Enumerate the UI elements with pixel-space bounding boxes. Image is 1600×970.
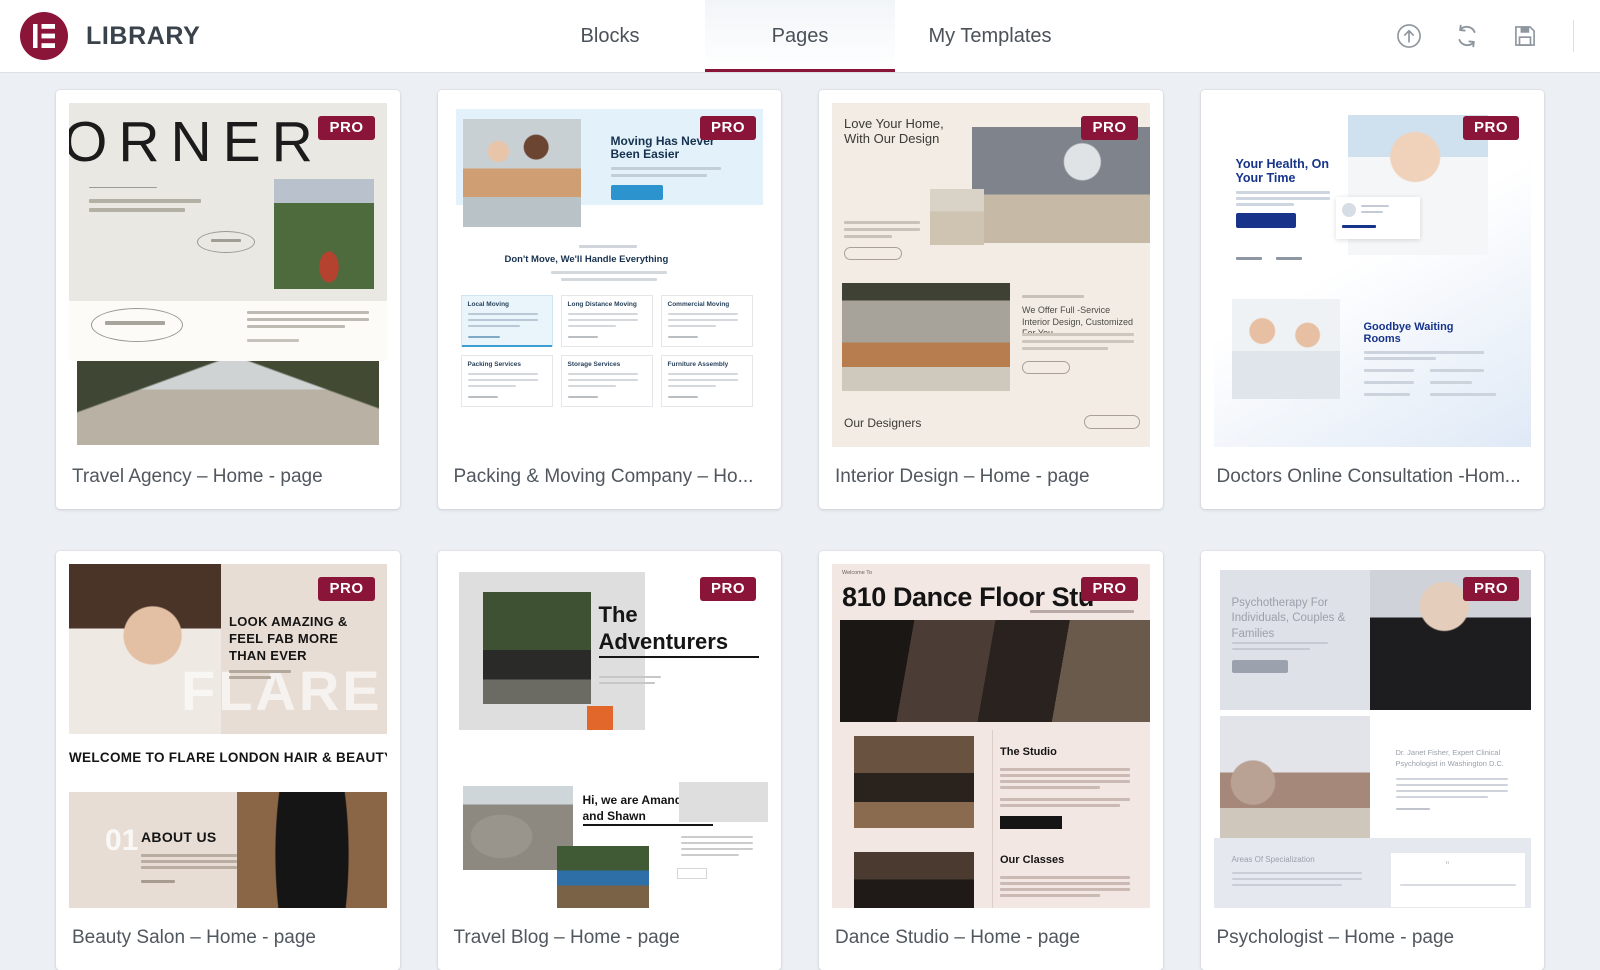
preview-eyebrow: Welcome To <box>842 570 872 576</box>
pro-badge: PRO <box>318 116 374 140</box>
template-card[interactable]: Welcome To 810 Dance Floor Stu The Studi… <box>819 551 1163 970</box>
thumbnail-art-beauty-salon: FLARE LOOK AMAZING & FEEL FAB MORE THAN … <box>69 564 387 908</box>
template-card[interactable]: Psychotherapy For Individuals, Couples &… <box>1201 551 1545 970</box>
preview-subheadline: The Studio <box>1000 746 1057 758</box>
elementor-logo-icon <box>20 12 68 60</box>
pro-badge: PRO <box>318 577 374 601</box>
preview-footer-label: Areas Of Specialization <box>1232 856 1315 865</box>
thumbnail-art-travel-blog: The Adventurers Hi, we are Amanda and Sh… <box>451 564 769 908</box>
preview-headline: LOOK AMAZING & FEEL FAB MORE THAN EVER <box>229 614 369 665</box>
template-thumbnail: Your Health, On Your Time Goodbye Waitin… <box>1214 103 1532 447</box>
templates-grid: ORNER PRO Travel Agency – Home - page <box>56 90 1544 970</box>
tab-pages-label: Pages <box>772 25 829 48</box>
preview-headline: ORNER <box>69 109 324 175</box>
pro-badge: PRO <box>1081 116 1137 140</box>
template-title: Psychologist – Home - page <box>1201 908 1545 970</box>
template-thumbnail: Welcome To 810 Dance Floor Stu The Studi… <box>832 564 1150 908</box>
tab-pages[interactable]: Pages <box>705 0 895 72</box>
template-card[interactable]: The Adventurers Hi, we are Amanda and Sh… <box>438 551 782 970</box>
template-card[interactable]: FLARE LOOK AMAZING & FEEL FAB MORE THAN … <box>56 551 400 970</box>
preview-tile-label: Commercial Moving <box>668 301 730 308</box>
template-title: Beauty Salon – Home - page <box>56 908 400 970</box>
template-title: Interior Design – Home - page <box>819 447 1163 509</box>
tab-my-templates[interactable]: My Templates <box>895 0 1085 72</box>
preview-headline: Your Health, On Your Time <box>1236 157 1346 185</box>
pro-badge: PRO <box>700 577 756 601</box>
template-title: Dance Studio – Home - page <box>819 908 1163 970</box>
preview-band-text: WELCOME TO FLARE LONDON HAIR & BEAUTY SA… <box>69 750 387 765</box>
preview-headline: The Adventurers <box>599 602 759 658</box>
preview-tile-label: Local Moving <box>468 301 510 308</box>
template-title: Packing & Moving Company – Ho... <box>438 447 782 509</box>
preview-headline: 810 Dance Floor Stu <box>842 582 1094 612</box>
upload-icon[interactable] <box>1395 22 1423 50</box>
pro-badge: PRO <box>700 116 756 140</box>
pro-badge: PRO <box>1081 577 1137 601</box>
thumbnail-art-travel-agency: ORNER <box>69 103 387 447</box>
template-thumbnail: Love Your Home, With Our Design We Offer… <box>832 103 1150 447</box>
sync-icon[interactable] <box>1453 22 1481 50</box>
preview-tile-label: Packing Services <box>468 361 521 368</box>
template-card[interactable]: ORNER PRO Travel Agency – Home - page <box>56 90 400 509</box>
preview-headline: Psychotherapy For Individuals, Couples &… <box>1232 596 1352 642</box>
tab-my-templates-label: My Templates <box>928 25 1051 48</box>
preview-headline: Love Your Home, With Our Design <box>844 117 954 146</box>
template-thumbnail: ORNER PRO <box>69 103 387 447</box>
preview-subheadline: Don't Move, We'll Handle Everything <box>505 255 669 266</box>
template-card[interactable]: Moving Has Never Been Easier Don't Move,… <box>438 90 782 509</box>
template-title: Travel Blog – Home - page <box>438 908 782 970</box>
template-thumbnail: FLARE LOOK AMAZING & FEEL FAB MORE THAN … <box>69 564 387 908</box>
preview-subheadline: Dr. Janet Fisher, Expert Clinical Psycho… <box>1396 748 1508 769</box>
preview-tile-label: Storage Services <box>568 361 621 368</box>
preview-tile-label: Long Distance Moving <box>568 301 637 308</box>
template-title: Doctors Online Consultation -Hom... <box>1201 447 1545 509</box>
template-card[interactable]: Your Health, On Your Time Goodbye Waitin… <box>1201 90 1545 509</box>
thumbnail-art-psychologist: Psychotherapy For Individuals, Couples &… <box>1214 564 1532 908</box>
template-title: Travel Agency – Home - page <box>56 447 400 509</box>
tab-blocks[interactable]: Blocks <box>515 0 705 72</box>
library-tabs: Blocks Pages My Templates <box>480 0 1120 72</box>
pro-badge: PRO <box>1463 577 1519 601</box>
pro-badge: PRO <box>1463 116 1519 140</box>
template-thumbnail: Moving Has Never Been Easier Don't Move,… <box>451 103 769 447</box>
brand: LIBRARY <box>0 12 480 60</box>
header-actions <box>1120 20 1600 52</box>
preview-footer-label: Our Designers <box>844 417 921 430</box>
tab-blocks-label: Blocks <box>581 25 640 48</box>
template-card[interactable]: Love Your Home, With Our Design We Offer… <box>819 90 1163 509</box>
save-icon[interactable] <box>1511 22 1539 50</box>
template-thumbnail: Psychotherapy For Individuals, Couples &… <box>1214 564 1532 908</box>
preview-subheadline: ABOUT US <box>141 830 217 846</box>
library-header: LIBRARY Blocks Pages My Templates <box>0 0 1600 72</box>
thumbnail-art-dance-studio: Welcome To 810 Dance Floor Stu The Studi… <box>832 564 1150 908</box>
preview-number: 01 <box>105 824 138 858</box>
templates-scroll-area[interactable]: ORNER PRO Travel Agency – Home - page <box>0 72 1600 970</box>
template-thumbnail: The Adventurers Hi, we are Amanda and Sh… <box>451 564 769 908</box>
page-title: LIBRARY <box>86 22 200 51</box>
preview-subheadline-2: Our Classes <box>1000 854 1064 866</box>
thumbnail-art-interior-design: Love Your Home, With Our Design We Offer… <box>832 103 1150 447</box>
header-divider <box>1573 20 1574 52</box>
preview-tile-label: Furniture Assembly <box>668 361 729 368</box>
thumbnail-art-packing-moving: Moving Has Never Been Easier Don't Move,… <box>451 103 769 447</box>
preview-subheadline: Goodbye Waiting Rooms <box>1364 321 1484 346</box>
thumbnail-art-doctors: Your Health, On Your Time Goodbye Waitin… <box>1214 103 1532 447</box>
